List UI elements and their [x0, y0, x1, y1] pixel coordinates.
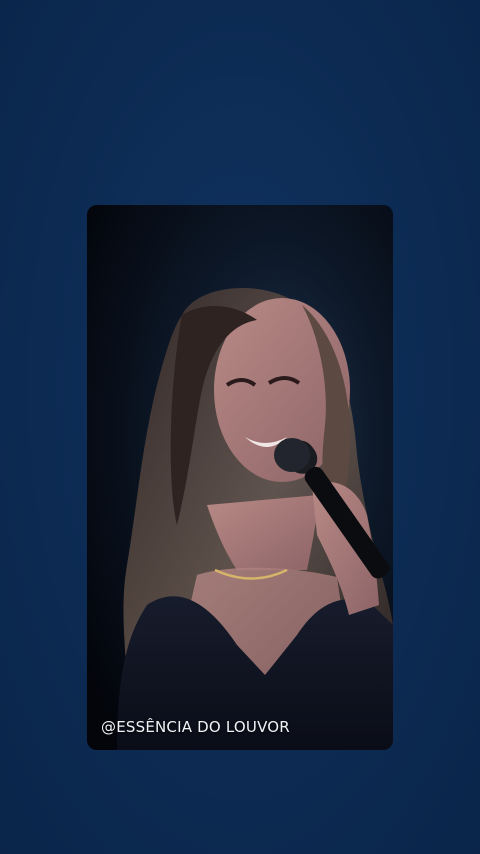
video-card[interactable]: @ESSÊNCIA DO LOUVOR — [87, 205, 393, 750]
singer-photo — [87, 205, 393, 750]
watermark-text: @ESSÊNCIA DO LOUVOR — [101, 718, 290, 736]
